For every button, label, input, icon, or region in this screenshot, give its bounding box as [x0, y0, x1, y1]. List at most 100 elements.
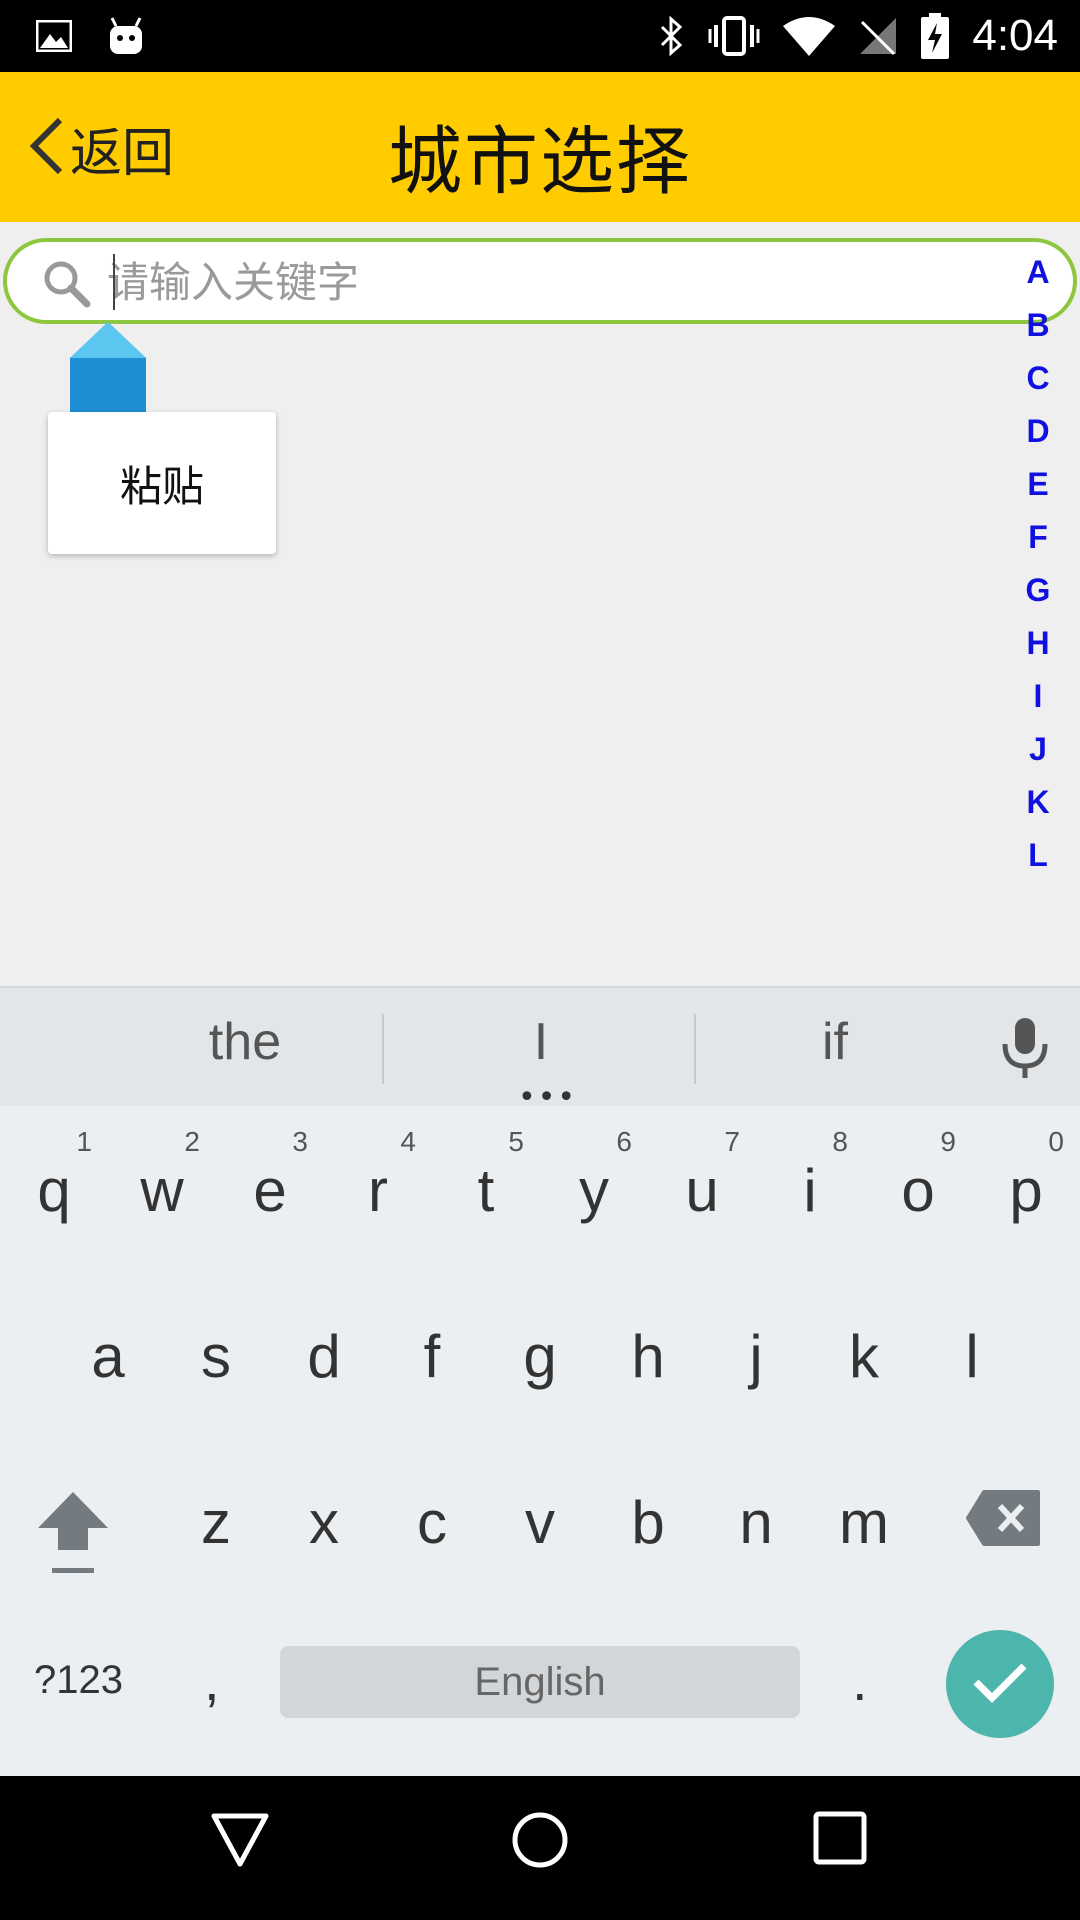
key-e[interactable]: e3: [238, 1126, 308, 1225]
key-d[interactable]: d: [292, 1322, 356, 1391]
key-label: y: [579, 1157, 609, 1224]
key-hint: 2: [184, 1126, 200, 1157]
key-x[interactable]: x: [292, 1488, 356, 1557]
key-s[interactable]: s: [184, 1322, 248, 1391]
text-cursor: [113, 254, 115, 310]
key-label: i: [803, 1157, 817, 1224]
key-label: o: [901, 1157, 935, 1224]
backspace-icon: [966, 1490, 1042, 1552]
system-nav-bar: [0, 1776, 1080, 1920]
key-label: p: [1009, 1157, 1043, 1224]
page-title: 城市选择: [388, 119, 692, 205]
key-l[interactable]: l: [940, 1322, 1004, 1391]
checkmark-icon: [972, 1660, 1028, 1708]
key-y[interactable]: y6: [562, 1126, 632, 1225]
key-g[interactable]: g: [508, 1322, 572, 1391]
suggestion-1[interactable]: the: [140, 1012, 350, 1072]
recents-square-icon[interactable]: [812, 1810, 868, 1870]
key-hint: 3: [292, 1126, 308, 1157]
backspace-key[interactable]: [966, 1488, 1042, 1553]
battery-charging-icon: [920, 13, 950, 59]
status-bar: 4:04: [0, 0, 1080, 72]
key-k[interactable]: k: [832, 1322, 896, 1391]
index-letter[interactable]: J: [1029, 723, 1047, 776]
key-f[interactable]: f: [400, 1322, 464, 1391]
shift-icon: [36, 1492, 110, 1582]
divider: [382, 1014, 384, 1084]
period-key[interactable]: .: [852, 1648, 868, 1713]
suggestion-2[interactable]: I: [436, 1012, 646, 1072]
index-letter[interactable]: H: [1026, 617, 1049, 670]
key-r[interactable]: r4: [346, 1126, 416, 1225]
key-hint: 8: [832, 1126, 848, 1157]
key-t[interactable]: t5: [454, 1126, 524, 1225]
back-triangle-icon[interactable]: [210, 1810, 270, 1874]
key-c[interactable]: c: [400, 1488, 464, 1557]
text-selection-handle[interactable]: [70, 322, 146, 412]
comma-key[interactable]: ,: [204, 1648, 220, 1713]
key-w[interactable]: w2: [130, 1126, 200, 1225]
index-letter[interactable]: K: [1026, 776, 1049, 829]
app-header: 返回 城市选择: [0, 72, 1080, 222]
alphabet-index[interactable]: A B C D E F G H I J K L: [1010, 246, 1066, 882]
key-j[interactable]: j: [724, 1322, 788, 1391]
key-hint: 0: [1048, 1126, 1064, 1157]
key-label: e: [253, 1157, 287, 1224]
more-suggestions-icon: •••: [518, 1080, 578, 1115]
no-sim-icon: [858, 16, 898, 56]
android-icon: [108, 16, 144, 56]
key-label: q: [37, 1157, 71, 1224]
index-letter[interactable]: C: [1026, 352, 1049, 405]
key-v[interactable]: v: [508, 1488, 572, 1557]
index-letter[interactable]: I: [1034, 670, 1043, 723]
space-key[interactable]: English: [280, 1646, 800, 1718]
paste-button[interactable]: 粘贴: [48, 412, 276, 554]
index-letter[interactable]: A: [1026, 246, 1049, 299]
search-icon: [41, 258, 91, 312]
key-q[interactable]: q1: [22, 1126, 92, 1225]
key-label: w: [140, 1157, 184, 1224]
index-letter[interactable]: B: [1026, 299, 1049, 352]
key-label: t: [477, 1157, 495, 1224]
key-hint: 9: [940, 1126, 956, 1157]
image-icon: [36, 20, 72, 52]
suggestion-bar: the I ••• if: [0, 986, 1080, 1115]
city-list-area: 粘贴 A B C D E F G H I J K L: [0, 222, 1080, 986]
divider: [694, 1014, 696, 1084]
key-hint: 5: [508, 1126, 524, 1157]
index-letter[interactable]: G: [1026, 564, 1051, 617]
key-hint: 7: [724, 1126, 740, 1157]
clock: 4:04: [972, 11, 1058, 60]
key-a[interactable]: a: [76, 1322, 140, 1391]
key-n[interactable]: n: [724, 1488, 788, 1557]
key-u[interactable]: u7: [670, 1126, 740, 1225]
key-hint: 4: [400, 1126, 416, 1157]
key-i[interactable]: i8: [778, 1126, 848, 1225]
key-o[interactable]: o9: [886, 1126, 956, 1225]
vibrate-icon: [708, 15, 760, 57]
key-label: r: [368, 1157, 388, 1224]
microphone-icon[interactable]: [1000, 1016, 1050, 1084]
key-hint: 1: [76, 1126, 92, 1157]
enter-key[interactable]: [946, 1630, 1054, 1738]
key-m[interactable]: m: [832, 1488, 896, 1557]
index-letter[interactable]: L: [1028, 829, 1048, 882]
key-b[interactable]: b: [616, 1488, 680, 1557]
home-circle-icon[interactable]: [510, 1810, 570, 1874]
key-hint: 6: [616, 1126, 632, 1157]
paste-label: 粘贴: [119, 461, 204, 511]
index-letter[interactable]: D: [1026, 405, 1049, 458]
wifi-icon: [782, 16, 836, 56]
suggestion-3[interactable]: if: [730, 1012, 940, 1072]
symbols-key[interactable]: ?123: [34, 1658, 123, 1703]
index-letter[interactable]: F: [1028, 511, 1048, 564]
key-p[interactable]: p0: [994, 1126, 1064, 1225]
key-z[interactable]: z: [184, 1488, 248, 1557]
index-letter[interactable]: E: [1027, 458, 1048, 511]
shift-key[interactable]: [36, 1488, 110, 1583]
key-label: u: [685, 1157, 719, 1224]
search-box[interactable]: [3, 238, 1077, 324]
search-input[interactable]: [107, 256, 1047, 308]
key-h[interactable]: h: [616, 1322, 680, 1391]
soft-keyboard: the I ••• if q1 w2 e3 r4 t5 y6 u7 i8 o9 …: [0, 986, 1080, 1776]
